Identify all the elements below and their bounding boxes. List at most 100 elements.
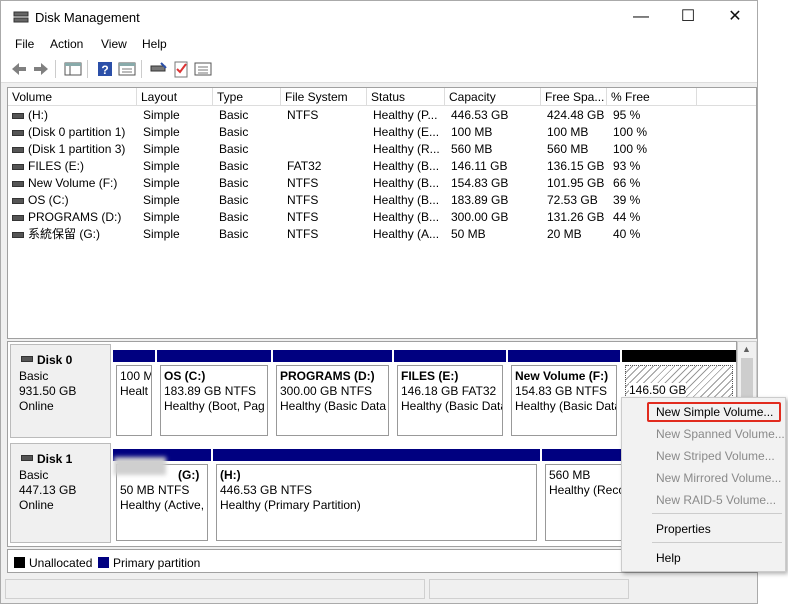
volume-cell-status: Healthy (P... — [373, 108, 438, 122]
volume-cell-capacity: 154.83 GB — [451, 176, 509, 190]
menu-help[interactable]: Help — [142, 37, 167, 51]
volume-list: Volume Layout Type File System Status Ca… — [7, 87, 757, 339]
partition-box: OS (C:) 183.89 GB NTFS Healthy (Boot, Pa… — [160, 365, 268, 436]
disk-1-type: Basic — [19, 468, 49, 482]
volume-cell-capacity: 300.00 GB — [451, 210, 509, 224]
menu-item-help[interactable]: Help — [656, 551, 681, 565]
volume-cell-volume: PROGRAMS (D:) — [28, 210, 122, 224]
volume-icon — [12, 147, 24, 153]
help-icon[interactable]: ? — [95, 59, 115, 79]
disk-0-partition-os[interactable]: OS (C:) 183.89 GB NTFS Healthy (Boot, Pa… — [157, 350, 271, 438]
disk-0-partition-1[interactable]: 100 M Healt — [113, 350, 155, 438]
disk-1-size: 447.13 GB — [19, 483, 77, 497]
volume-cell-percent-free: 40 % — [613, 227, 641, 241]
partition-title: PROGRAMS (D:) — [280, 369, 375, 383]
column-header-free-space[interactable]: Free Spa... — [541, 88, 607, 106]
volume-cell-layout: Simple — [143, 108, 180, 122]
volume-cell-capacity: 100 MB — [451, 125, 493, 139]
partition-title: OS (C:) — [164, 369, 206, 383]
volume-icon — [12, 164, 24, 170]
disk-0-partition-programs[interactable]: PROGRAMS (D:) 300.00 GB NTFS Healthy (Ba… — [273, 350, 392, 438]
menu-item-new-mirrored-volume[interactable]: New Mirrored Volume... — [656, 471, 781, 485]
volume-cell-free-space: 100 MB — [547, 125, 589, 139]
volume-cell-status: Healthy (E... — [373, 125, 440, 139]
partition-status: Healthy (Basic Data — [515, 399, 617, 413]
volume-cell-free-space: 131.26 GB — [547, 210, 605, 224]
disk-1-name: Disk 1 — [37, 452, 73, 466]
disk-1-partition-h[interactable]: (H:) 446.53 GB NTFS Healthy (Primary Par… — [213, 449, 540, 543]
volume-cell-type: Basic — [219, 176, 249, 190]
properties-icon[interactable] — [117, 59, 137, 79]
volume-cell-type: Basic — [219, 125, 249, 139]
menu-action[interactable]: Action — [50, 37, 83, 51]
volume-list-header: Volume Layout Type File System Status Ca… — [8, 88, 756, 106]
primary-partition-legend-label: Primary partition — [113, 556, 201, 570]
volume-cell-layout: Simple — [143, 142, 180, 156]
menu-view[interactable]: View — [101, 37, 127, 51]
volume-cell-percent-free: 66 % — [613, 176, 641, 190]
volume-cell-capacity: 446.53 GB — [451, 108, 509, 122]
partition-size: 100 M — [120, 369, 152, 383]
volume-row[interactable]: New Volume (F:) Simple Basic NTFS Healthy (B… — [8, 175, 756, 192]
volume-cell-status: Healthy (B... — [373, 193, 440, 207]
volume-row[interactable]: PROGRAMS (D:) Simple Basic NTFS Healthy (B..… — [8, 209, 756, 226]
volume-cell-layout: Simple — [143, 193, 180, 207]
disk-0-header[interactable]: Disk 0 Basic 931.50 GB Online — [10, 344, 111, 438]
status-bar — [1, 575, 757, 603]
maximize-button[interactable]: ☐ — [665, 1, 711, 33]
volume-row[interactable]: (Disk 0 partition 1) Simple Basic Healthy (… — [8, 124, 756, 141]
volume-row[interactable]: (H:) Simple Basic NTFS Healthy (P... 446.53 G… — [8, 107, 756, 124]
disk-0-partition-new-volume[interactable]: New Volume (F:) 154.83 GB NTFS Healthy (… — [508, 350, 620, 438]
disk-0-partition-files[interactable]: FILES (E:) 146.18 GB FAT32 Healthy (Basi… — [394, 350, 506, 438]
partition-size: 50 MB NTFS — [120, 483, 190, 497]
column-header-type[interactable]: Type — [213, 88, 281, 106]
menu-separator — [652, 542, 782, 543]
volume-cell-type: Basic — [219, 142, 249, 156]
unallocated-bar — [622, 350, 736, 362]
column-header-volume[interactable]: Volume — [8, 88, 137, 106]
volume-cell-percent-free: 100 % — [613, 142, 648, 156]
forward-arrow-icon[interactable] — [31, 59, 51, 79]
volume-row[interactable]: OS (C:) Simple Basic NTFS Healthy (B... 183.8… — [8, 192, 756, 209]
partition-status: Healthy (Active, — [120, 498, 205, 512]
menu-item-new-raid5-volume[interactable]: New RAID-5 Volume... — [656, 493, 776, 507]
column-header-status[interactable]: Status — [367, 88, 445, 106]
minimize-button[interactable]: — — [618, 1, 664, 33]
scroll-up-arrow-icon[interactable]: ▲ — [742, 344, 751, 354]
disk-icon[interactable] — [149, 59, 169, 79]
volume-cell-capacity: 50 MB — [451, 227, 486, 241]
volume-cell-type: Basic — [219, 159, 249, 173]
back-arrow-icon[interactable] — [9, 59, 29, 79]
volume-row[interactable]: 系統保留 (G:) Simple Basic NTFS Healthy (A... 50 … — [8, 226, 756, 243]
volume-cell-percent-free: 93 % — [613, 159, 641, 173]
volume-cell-percent-free: 100 % — [613, 125, 648, 139]
menu-item-new-spanned-volume[interactable]: New Spanned Volume... — [656, 427, 785, 441]
close-button[interactable]: ✕ — [712, 1, 758, 33]
partition-box: New Volume (F:) 154.83 GB NTFS Healthy (… — [511, 365, 617, 436]
volume-row[interactable]: (Disk 1 partition 3) Simple Basic Healthy (… — [8, 141, 756, 158]
volume-cell-type: Basic — [219, 108, 249, 122]
checklist-icon[interactable] — [171, 59, 191, 79]
disk-0-name: Disk 0 — [37, 353, 73, 367]
volume-cell-volume: (Disk 0 partition 1) — [28, 125, 126, 139]
menu-item-new-striped-volume[interactable]: New Striped Volume... — [656, 449, 775, 463]
title-bar: Disk Management — ☐ ✕ — [1, 1, 757, 33]
column-header-layout[interactable]: Layout — [137, 88, 213, 106]
volume-icon — [12, 113, 24, 119]
menu-file[interactable]: File — [15, 37, 34, 51]
partition-title: New Volume (F:) — [515, 369, 609, 383]
list-view-icon[interactable] — [193, 59, 213, 79]
column-header-file-system[interactable]: File System — [281, 88, 367, 106]
column-header-percent-free[interactable]: % Free — [607, 88, 697, 106]
menu-item-new-simple-volume[interactable]: New Simple Volume... — [656, 405, 773, 419]
primary-partition-bar — [273, 350, 392, 362]
console-tree-icon[interactable] — [63, 59, 83, 79]
partition-box: 100 M Healt — [116, 365, 152, 436]
menu-item-properties[interactable]: Properties — [656, 522, 711, 536]
volume-row[interactable]: FILES (E:) Simple Basic FAT32 Healthy (B... 1… — [8, 158, 756, 175]
volume-cell-capacity: 146.11 GB — [451, 159, 508, 173]
volume-cell-free-space: 72.53 GB — [547, 193, 598, 207]
status-segment — [429, 579, 629, 599]
column-header-capacity[interactable]: Capacity — [445, 88, 541, 106]
disk-1-header[interactable]: Disk 1 Basic 447.13 GB Online — [10, 443, 111, 543]
